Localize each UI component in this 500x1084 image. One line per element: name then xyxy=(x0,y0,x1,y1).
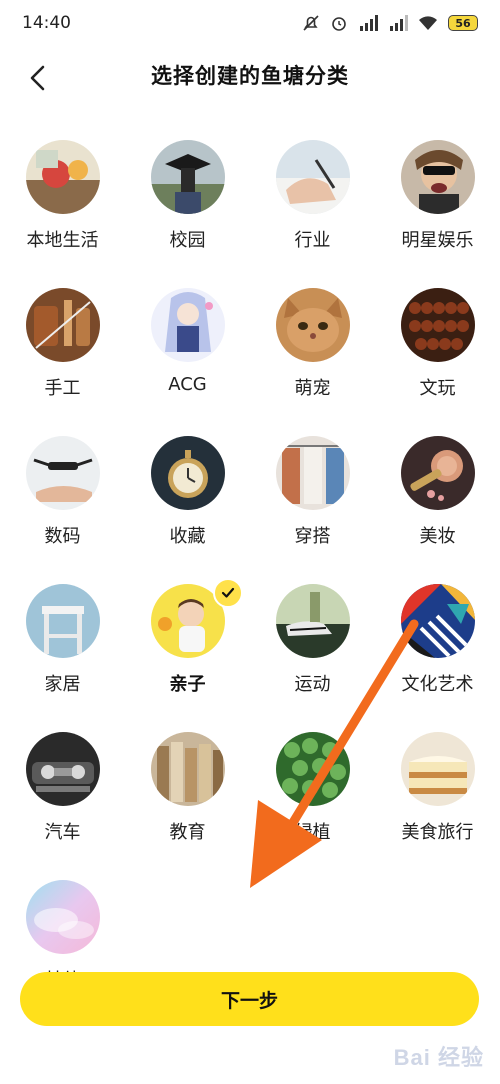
category-image xyxy=(25,436,100,510)
next-button[interactable]: 下一步 xyxy=(20,972,479,1026)
signal-icon xyxy=(358,15,378,31)
category-outfits[interactable]: 穿搭 xyxy=(250,432,375,572)
category-image xyxy=(400,584,475,658)
category-makeup[interactable]: 美妆 xyxy=(375,432,500,572)
category-pets[interactable]: 萌宠 xyxy=(250,284,375,424)
category-industry[interactable]: 行业 xyxy=(250,136,375,276)
category-parenting[interactable]: 亲子 xyxy=(125,578,250,720)
category-image xyxy=(25,880,100,954)
battery-icon: 56 xyxy=(448,15,478,31)
wifi-icon xyxy=(418,15,438,31)
category-label: 亲子 xyxy=(169,674,206,695)
category-plants[interactable]: 绿植 xyxy=(250,728,375,868)
category-acg[interactable]: ACG xyxy=(125,284,250,424)
category-label: 文玩 xyxy=(419,378,456,399)
category-collection[interactable]: 收藏 xyxy=(125,432,250,572)
category-image xyxy=(400,288,475,362)
page-title: 选择创建的鱼塘分类 xyxy=(151,64,349,88)
category-local-life[interactable]: 本地生活 xyxy=(0,136,125,276)
category-label: 绿植 xyxy=(294,822,331,843)
category-image xyxy=(150,436,225,510)
selected-check-icon xyxy=(213,578,243,608)
category-image xyxy=(400,732,475,806)
category-image xyxy=(25,140,100,214)
header: 选择创建的鱼塘分类 xyxy=(0,50,500,106)
category-image xyxy=(275,288,350,362)
category-campus[interactable]: 校园 xyxy=(125,136,250,276)
category-food-travel[interactable]: 美食旅行 xyxy=(375,728,500,868)
category-image xyxy=(400,140,475,214)
category-sports[interactable]: 运动 xyxy=(250,580,375,720)
category-label: ACG xyxy=(168,374,207,395)
category-image xyxy=(25,288,100,362)
category-celebrity[interactable]: 明星娱乐 xyxy=(375,136,500,276)
category-label: 收藏 xyxy=(169,526,206,547)
category-label: 穿搭 xyxy=(294,526,331,547)
category-label: 数码 xyxy=(44,526,81,547)
category-label: 文化艺术 xyxy=(401,674,474,695)
alarm-icon xyxy=(330,14,348,32)
watermark: Bai 经验 xyxy=(393,1045,484,1070)
category-image xyxy=(150,288,225,362)
status-icons: 56 xyxy=(302,14,478,32)
category-label: 美食旅行 xyxy=(401,822,474,843)
category-label: 教育 xyxy=(169,822,206,843)
category-label: 行业 xyxy=(294,230,331,251)
category-cars[interactable]: 汽车 xyxy=(0,728,125,868)
category-image xyxy=(150,732,225,806)
category-label: 美妆 xyxy=(419,526,456,547)
category-label: 校园 xyxy=(169,230,206,251)
category-image xyxy=(25,584,100,658)
category-culture-art[interactable]: 文化艺术 xyxy=(375,580,500,720)
category-image xyxy=(275,436,350,510)
category-handcraft[interactable]: 手工 xyxy=(0,284,125,424)
category-home[interactable]: 家居 xyxy=(0,580,125,720)
category-antiques[interactable]: 文玩 xyxy=(375,284,500,424)
category-image xyxy=(275,732,350,806)
category-image xyxy=(275,140,350,214)
category-image xyxy=(25,732,100,806)
category-label: 运动 xyxy=(294,674,331,695)
category-education[interactable]: 教育 xyxy=(125,728,250,868)
category-label: 萌宠 xyxy=(294,378,331,399)
category-label: 手工 xyxy=(44,378,81,399)
category-image xyxy=(150,140,225,214)
category-image xyxy=(400,436,475,510)
category-digital[interactable]: 数码 xyxy=(0,432,125,572)
category-label: 明星娱乐 xyxy=(401,230,474,251)
mute-bell-icon xyxy=(302,14,320,32)
signal-icon-2 xyxy=(388,15,408,31)
status-time: 14:40 xyxy=(22,13,71,33)
category-image xyxy=(275,584,350,658)
category-label: 汽车 xyxy=(44,822,81,843)
category-label: 本地生活 xyxy=(26,230,99,251)
status-bar: 14:40 56 xyxy=(0,0,500,46)
category-label: 家居 xyxy=(44,674,81,695)
